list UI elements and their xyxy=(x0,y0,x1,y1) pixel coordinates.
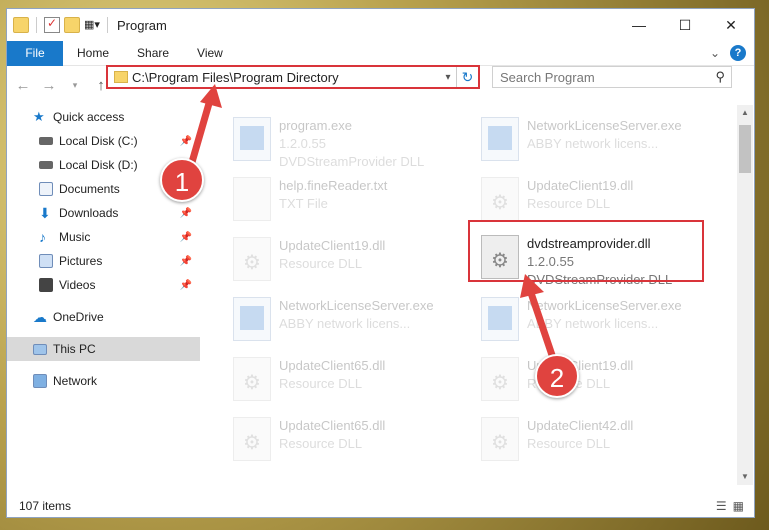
list-item[interactable]: NetworkLicenseServer.exe ABBY network lic… xyxy=(233,297,473,353)
scroll-thumb[interactable] xyxy=(739,125,751,173)
exe-file-icon xyxy=(233,297,271,341)
computer-icon xyxy=(33,343,47,355)
highlight-box xyxy=(468,220,704,282)
sidebar-item-quick-access[interactable]: ★ Quick access xyxy=(7,105,200,129)
minimize-button[interactable]: — xyxy=(616,9,662,41)
list-item[interactable]: NetworkLicenseServer.exe ABBY network lic… xyxy=(481,297,721,353)
status-bar: 107 items ☰ ▦ xyxy=(7,495,754,517)
folder-icon xyxy=(13,17,29,33)
item-count: 107 items xyxy=(19,499,72,513)
videos-icon xyxy=(39,278,53,292)
large-icons-view-icon[interactable]: ▦ xyxy=(733,499,744,513)
customize-toolbar-icon[interactable]: ▦▾ xyxy=(84,17,100,33)
refresh-icon[interactable]: ↻ xyxy=(456,67,478,87)
dll-file-icon xyxy=(233,357,271,401)
dll-file-icon xyxy=(481,357,519,401)
close-button[interactable]: ✕ xyxy=(708,9,754,41)
list-item[interactable]: UpdateClient65.dllResource DLL xyxy=(233,417,473,473)
back-button[interactable]: ← xyxy=(15,77,31,94)
step-badge-2: 2 xyxy=(535,354,579,398)
list-item[interactable]: UpdateClient65.dllResource DLL xyxy=(233,357,473,413)
title-bar: ▦▾ Program — ☐ ✕ xyxy=(7,9,754,41)
recent-locations-icon[interactable]: ▾ xyxy=(67,80,83,91)
scroll-down-icon[interactable]: ▼ xyxy=(737,469,753,485)
dll-file-icon xyxy=(481,177,519,221)
address-bar[interactable]: C:\Program Files\Program Directory ▾ ↻ xyxy=(106,65,480,89)
expand-ribbon-icon[interactable]: ⌄ xyxy=(710,46,720,60)
star-icon: ★ xyxy=(33,109,45,124)
pin-icon: 📌 xyxy=(179,231,192,243)
list-item[interactable]: UpdateClient42.dllResource DLL xyxy=(481,417,721,473)
tab-share[interactable]: Share xyxy=(123,41,183,66)
sidebar-item-videos[interactable]: Videos 📌 xyxy=(7,273,200,297)
pin-icon: 📌 xyxy=(179,207,192,219)
pin-icon: 📌 xyxy=(179,279,192,291)
tab-home[interactable]: Home xyxy=(63,41,123,66)
dll-file-icon xyxy=(481,417,519,461)
quick-access-toolbar: ▦▾ xyxy=(7,16,111,33)
dll-file-icon xyxy=(233,417,271,461)
maximize-button[interactable]: ☐ xyxy=(662,9,708,41)
address-path[interactable]: C:\Program Files\Program Directory xyxy=(132,70,440,85)
window-title: Program xyxy=(117,17,167,33)
scroll-up-icon[interactable]: ▲ xyxy=(737,105,753,121)
search-input[interactable]: Search Program ⚲ xyxy=(492,66,732,88)
forward-button[interactable]: → xyxy=(41,77,57,94)
dll-file-icon xyxy=(233,237,271,281)
folder-icon xyxy=(114,71,128,83)
drive-icon xyxy=(39,161,53,169)
list-item[interactable]: NetworkLicenseServer.exe ABBY network lic… xyxy=(481,117,721,173)
details-view-icon[interactable]: ☰ xyxy=(716,499,727,513)
network-icon xyxy=(33,374,47,388)
help-icon[interactable]: ? xyxy=(730,45,746,61)
sidebar-item-music[interactable]: ♪ Music 📌 xyxy=(7,225,200,249)
documents-icon xyxy=(39,182,53,196)
list-item[interactable]: UpdateClient19.dllResource DLL xyxy=(233,237,473,293)
drive-icon xyxy=(39,137,53,145)
chevron-down-icon[interactable]: ▾ xyxy=(440,72,456,83)
list-item[interactable]: program.exe 1.2.0.55 DVDStreamProvider DLL xyxy=(233,117,473,173)
sidebar-item-network[interactable]: Network xyxy=(7,369,200,393)
properties-icon[interactable] xyxy=(44,16,60,33)
search-icon: ⚲ xyxy=(715,69,725,84)
pin-icon: 📌 xyxy=(179,255,192,267)
list-item[interactable]: UpdateClient19.dllResource DLL xyxy=(481,357,721,413)
download-icon: ⬇ xyxy=(39,205,51,221)
music-icon: ♪ xyxy=(39,229,46,245)
tab-view[interactable]: View xyxy=(183,41,237,66)
cloud-icon: ☁ xyxy=(33,309,47,325)
exe-file-icon xyxy=(481,297,519,341)
step-badge-1: 1 xyxy=(160,158,204,202)
sidebar-item-pictures[interactable]: Pictures 📌 xyxy=(7,249,200,273)
new-folder-icon[interactable] xyxy=(64,17,80,33)
sidebar-item-downloads[interactable]: ⬇ Downloads 📌 xyxy=(7,201,200,225)
list-item[interactable]: help.fineReader.txt TXT File xyxy=(233,177,473,233)
exe-file-icon xyxy=(233,117,271,161)
pictures-icon xyxy=(39,254,53,268)
file-list: program.exe 1.2.0.55 DVDStreamProvider DLL… xyxy=(207,105,734,485)
exe-file-icon xyxy=(481,117,519,161)
sidebar-item-local-disk-c[interactable]: Local Disk (C:) 📌 xyxy=(7,129,200,153)
ribbon-tabs: File Home Share View ⌄ ? xyxy=(7,40,754,66)
pin-icon: 📌 xyxy=(179,135,192,147)
sidebar-item-this-pc[interactable]: This PC xyxy=(7,337,200,361)
vertical-scrollbar[interactable]: ▲ ▼ xyxy=(737,105,753,485)
text-file-icon xyxy=(233,177,271,221)
tab-file[interactable]: File xyxy=(7,40,63,66)
sidebar-item-onedrive[interactable]: ☁ OneDrive xyxy=(7,305,200,329)
